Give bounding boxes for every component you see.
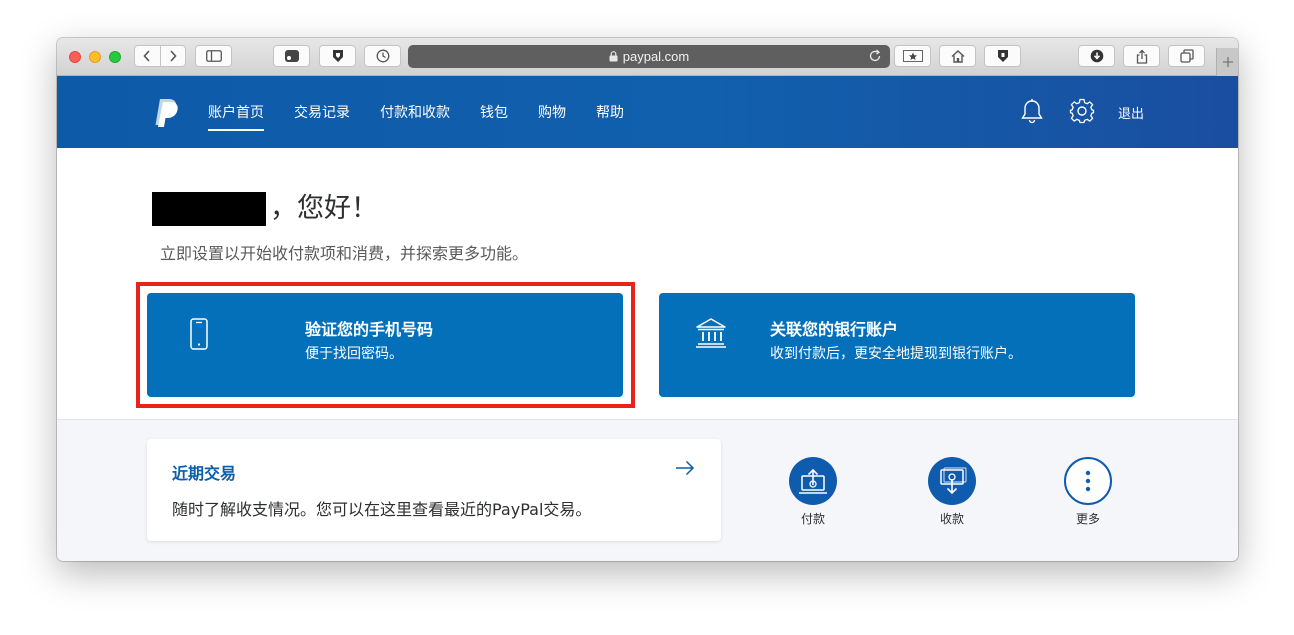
zoom-window-button[interactable] <box>109 51 121 63</box>
tabs-icon <box>1179 49 1194 63</box>
paypal-header: 账户首页 交易记录 付款和收款 钱包 购物 帮助 退出 <box>57 76 1238 148</box>
extension-button-1[interactable] <box>273 45 310 67</box>
lock-icon <box>609 51 618 62</box>
nav-tab-wallet[interactable]: 钱包 <box>480 76 508 148</box>
share-icon <box>1136 49 1147 64</box>
download-icon <box>1090 49 1103 63</box>
url-text: paypal.com <box>622 49 690 64</box>
more-dots-icon[interactable] <box>1064 457 1112 505</box>
shield-icon <box>332 50 343 62</box>
greeting-subtitle: 立即设置以开始收付款项和消费，并探索更多功能。 <box>160 244 529 263</box>
bank-icon <box>694 316 728 354</box>
more-label: 更多 <box>1075 512 1100 526</box>
extension-icon <box>284 50 299 62</box>
recent-activity-title[interactable]: 近期交易 <box>172 460 236 484</box>
address-bar[interactable]: paypal.com <box>408 45 890 68</box>
verify-phone-desc: 便于找回密码。 <box>305 346 403 362</box>
browser-window: paypal.com 账户首页 交易记录 付款和收款 钱包 购物 帮助 退出 ，… <box>57 38 1238 561</box>
nav-tab-send-receive[interactable]: 付款和收款 <box>380 76 450 148</box>
nav-tab-account-home[interactable]: 账户首页 <box>208 76 264 148</box>
bookmark-button[interactable] <box>894 45 931 67</box>
reload-icon[interactable] <box>868 49 882 66</box>
shield-icon <box>997 50 1008 62</box>
main-content: ，您好！ 立即设置以开始收付款项和消费，并探索更多功能。 验证您的手机号码 便于… <box>57 148 1238 420</box>
request-money-label: 收款 <box>939 512 964 526</box>
history-nav-group <box>134 45 186 67</box>
close-window-button[interactable] <box>69 51 81 63</box>
tabs-overview-button[interactable] <box>1168 45 1205 67</box>
send-money-icon[interactable] <box>789 457 837 505</box>
plus-icon <box>1222 57 1233 67</box>
home-icon <box>951 49 964 63</box>
send-money-action[interactable]: 付款 <box>783 457 843 527</box>
history-button[interactable] <box>364 45 401 67</box>
extension-button-3[interactable] <box>984 45 1021 67</box>
link-bank-title: 关联您的银行账户 <box>770 320 899 339</box>
nav-tab-help[interactable]: 帮助 <box>596 76 624 148</box>
recent-activity-card[interactable]: 近期交易 随时了解收支情况。您可以在这里查看最近的PayPal交易。 <box>147 439 721 541</box>
phone-icon <box>190 318 208 354</box>
sidebar-icon <box>205 50 222 62</box>
browser-toolbar: paypal.com <box>57 38 1238 76</box>
share-button[interactable] <box>1123 45 1160 67</box>
home-button[interactable] <box>939 45 976 67</box>
star-icon <box>902 50 923 62</box>
greeting-text: ，您好！ <box>270 193 378 224</box>
new-tab-button[interactable] <box>1216 48 1238 76</box>
verify-phone-card[interactable]: 验证您的手机号码 便于找回密码。 <box>147 293 623 397</box>
paypal-logo[interactable] <box>153 98 179 132</box>
nav-tab-transactions[interactable]: 交易记录 <box>294 76 350 148</box>
sidebar-button[interactable] <box>195 45 232 67</box>
bell-icon[interactable] <box>1020 98 1044 128</box>
gear-icon[interactable] <box>1069 98 1095 128</box>
verify-phone-title: 验证您的手机号码 <box>305 320 434 339</box>
extension-button-2[interactable] <box>319 45 356 67</box>
minimize-window-button[interactable] <box>89 51 101 63</box>
forward-button[interactable] <box>159 46 185 66</box>
logout-link[interactable]: 退出 <box>1118 76 1144 148</box>
downloads-button[interactable] <box>1078 45 1115 67</box>
arrow-right-icon[interactable] <box>675 460 695 480</box>
link-bank-desc: 收到付款后，更安全地提现到银行账户。 <box>770 346 1022 362</box>
redacted-name <box>152 192 266 226</box>
request-money-action[interactable]: 收款 <box>922 457 982 527</box>
send-money-label: 付款 <box>800 512 825 526</box>
chevron-right-icon <box>170 50 177 62</box>
main-nav: 账户首页 交易记录 付款和收款 钱包 购物 帮助 <box>208 76 654 148</box>
back-button[interactable] <box>135 46 160 66</box>
chevron-left-icon <box>143 50 151 62</box>
nav-tab-shopping[interactable]: 购物 <box>538 76 566 148</box>
greeting: ，您好！ <box>152 192 378 226</box>
clock-icon <box>376 49 389 63</box>
more-actions[interactable]: 更多 <box>1058 457 1118 527</box>
recent-activity-desc: 随时了解收支情况。您可以在这里查看最近的PayPal交易。 <box>172 500 592 519</box>
link-bank-card[interactable]: 关联您的银行账户 收到付款后，更安全地提现到银行账户。 <box>659 293 1135 397</box>
request-money-icon[interactable] <box>928 457 976 505</box>
